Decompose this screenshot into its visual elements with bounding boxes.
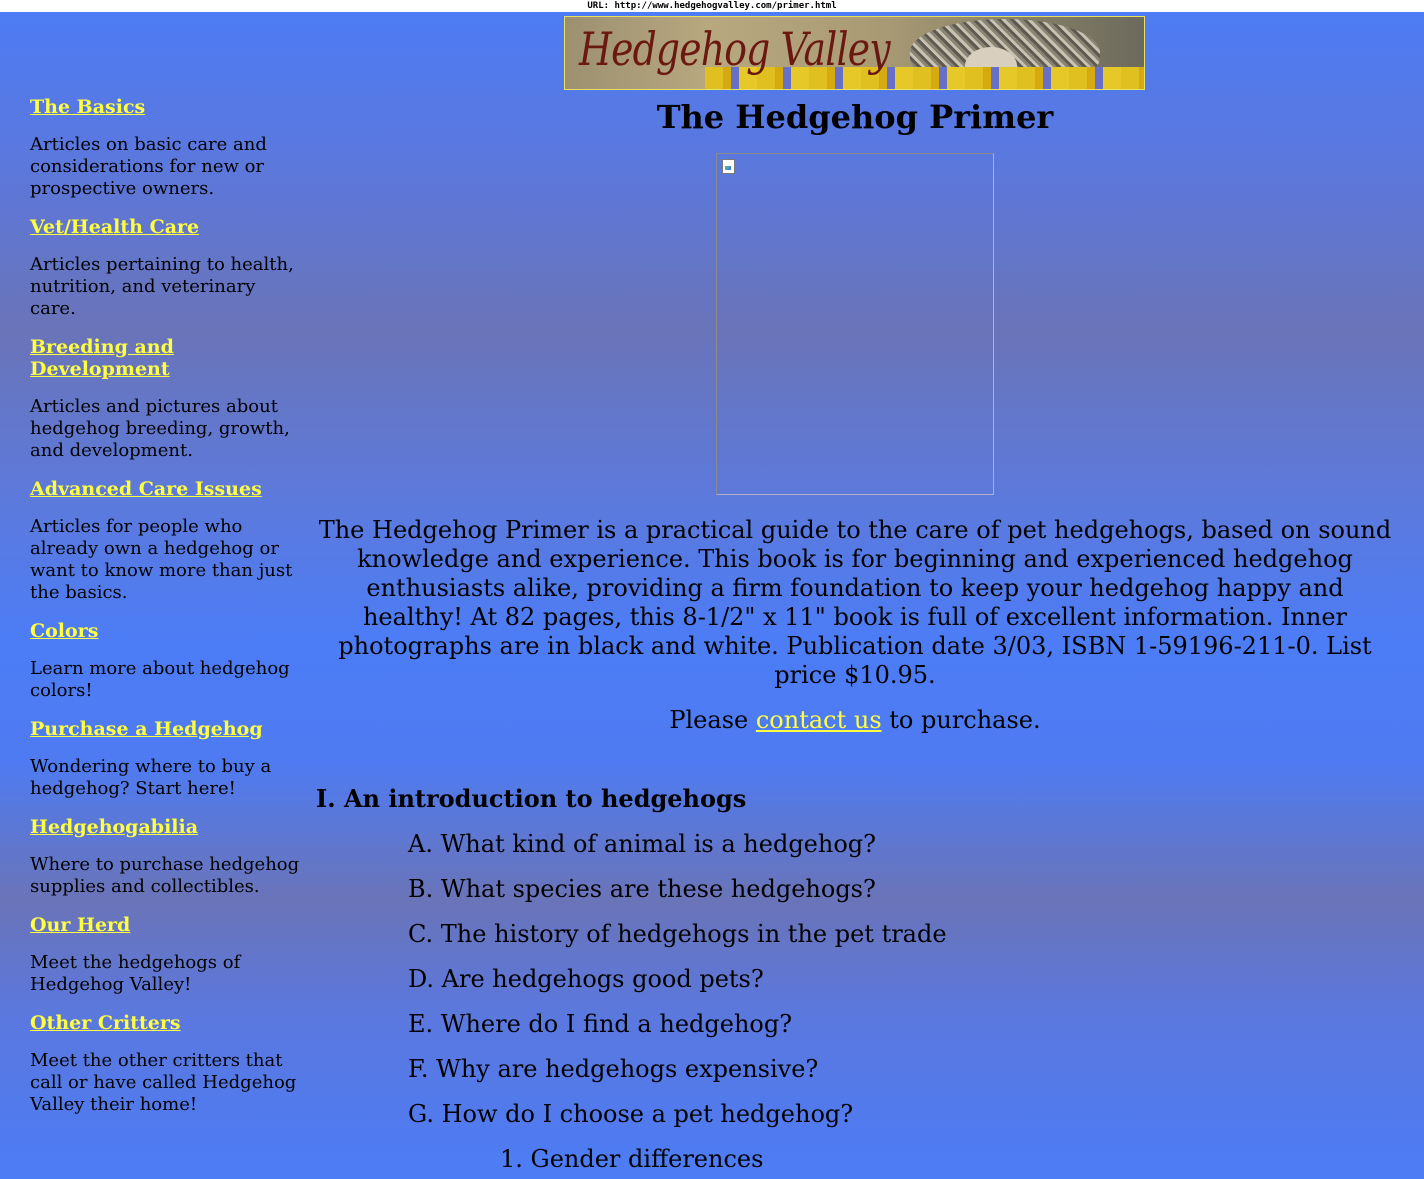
toc-item: E. Where do I find a hedgehog? bbox=[408, 1010, 793, 1038]
sidebar-desc-other-critters: Meet the other critters that call or hav… bbox=[30, 1050, 297, 1115]
sidebar-link-basics[interactable]: The Basics bbox=[30, 96, 302, 118]
book-description: The Hedgehog Primer is a practical guide… bbox=[318, 516, 1392, 689]
sidebar-link-our-herd[interactable]: Our Herd bbox=[30, 914, 302, 936]
site-banner-logo[interactable]: Hedgehog Valley bbox=[564, 16, 1145, 90]
sidebar-desc-breeding: Articles and pictures about hedgehog bre… bbox=[30, 396, 290, 461]
sidebar-link-advanced-care[interactable]: Advanced Care Issues bbox=[30, 478, 302, 500]
sidebar-link-breeding[interactable]: Breeding and Development bbox=[30, 336, 210, 380]
purchase-line: Please contact us to purchase. bbox=[316, 706, 1394, 735]
url-bar: URL: http://www.hedgehogvalley.com/prime… bbox=[0, 0, 1424, 12]
sidebar-link-other-critters[interactable]: Other Critters bbox=[30, 1012, 302, 1034]
sidebar-desc-hedgehogabilia: Where to purchase hedgehog supplies and … bbox=[30, 854, 300, 897]
toc-item: B. What species are these hedgehogs? bbox=[408, 875, 876, 903]
toc-item: A. What kind of animal is a hedgehog? bbox=[408, 830, 877, 858]
sidebar-link-purchase-hedgehog[interactable]: Purchase a Hedgehog bbox=[30, 718, 302, 740]
sidebar-desc-colors: Learn more about hedgehog colors! bbox=[30, 658, 290, 701]
sidebar-desc-vet-health-care: Articles pertaining to health, nutrition… bbox=[30, 254, 294, 319]
book-cover-image bbox=[716, 153, 994, 495]
toc-subitem: 1. Gender differences bbox=[500, 1145, 764, 1173]
section-heading: I. An introduction to hedgehogs bbox=[316, 784, 747, 813]
toc-item: C. The history of hedgehogs in the pet t… bbox=[408, 920, 947, 948]
purchase-text-before: Please bbox=[669, 706, 756, 734]
sidebar-desc-purchase-hedgehog: Wondering where to buy a hedgehog? Start… bbox=[30, 756, 272, 799]
toc-item: F. Why are hedgehogs expensive? bbox=[408, 1055, 819, 1083]
purchase-text-after: to purchase. bbox=[881, 706, 1041, 734]
sidebar-desc-our-herd: Meet the hedgehogs of Hedgehog Valley! bbox=[30, 952, 241, 995]
toc-item: D. Are hedgehogs good pets? bbox=[408, 965, 764, 993]
broken-image-icon bbox=[722, 159, 735, 174]
sidebar-link-vet-health-care[interactable]: Vet/Health Care bbox=[30, 216, 302, 238]
contact-us-link[interactable]: contact us bbox=[756, 706, 882, 734]
toc-item: G. How do I choose a pet hedgehog? bbox=[408, 1100, 854, 1128]
page-title: The Hedgehog Primer bbox=[656, 98, 1054, 136]
banner-logo-text: Hedgehog Valley bbox=[579, 22, 891, 76]
sidebar-link-colors[interactable]: Colors bbox=[30, 620, 302, 642]
sidebar-link-hedgehogabilia[interactable]: Hedgehogabilia bbox=[30, 816, 302, 838]
sidebar-desc-advanced-care: Articles for people who already own a he… bbox=[30, 516, 293, 603]
sidebar-nav: The Basics Articles on basic care and co… bbox=[30, 96, 302, 1132]
sidebar-desc-basics: Articles on basic care and consideration… bbox=[30, 134, 267, 199]
